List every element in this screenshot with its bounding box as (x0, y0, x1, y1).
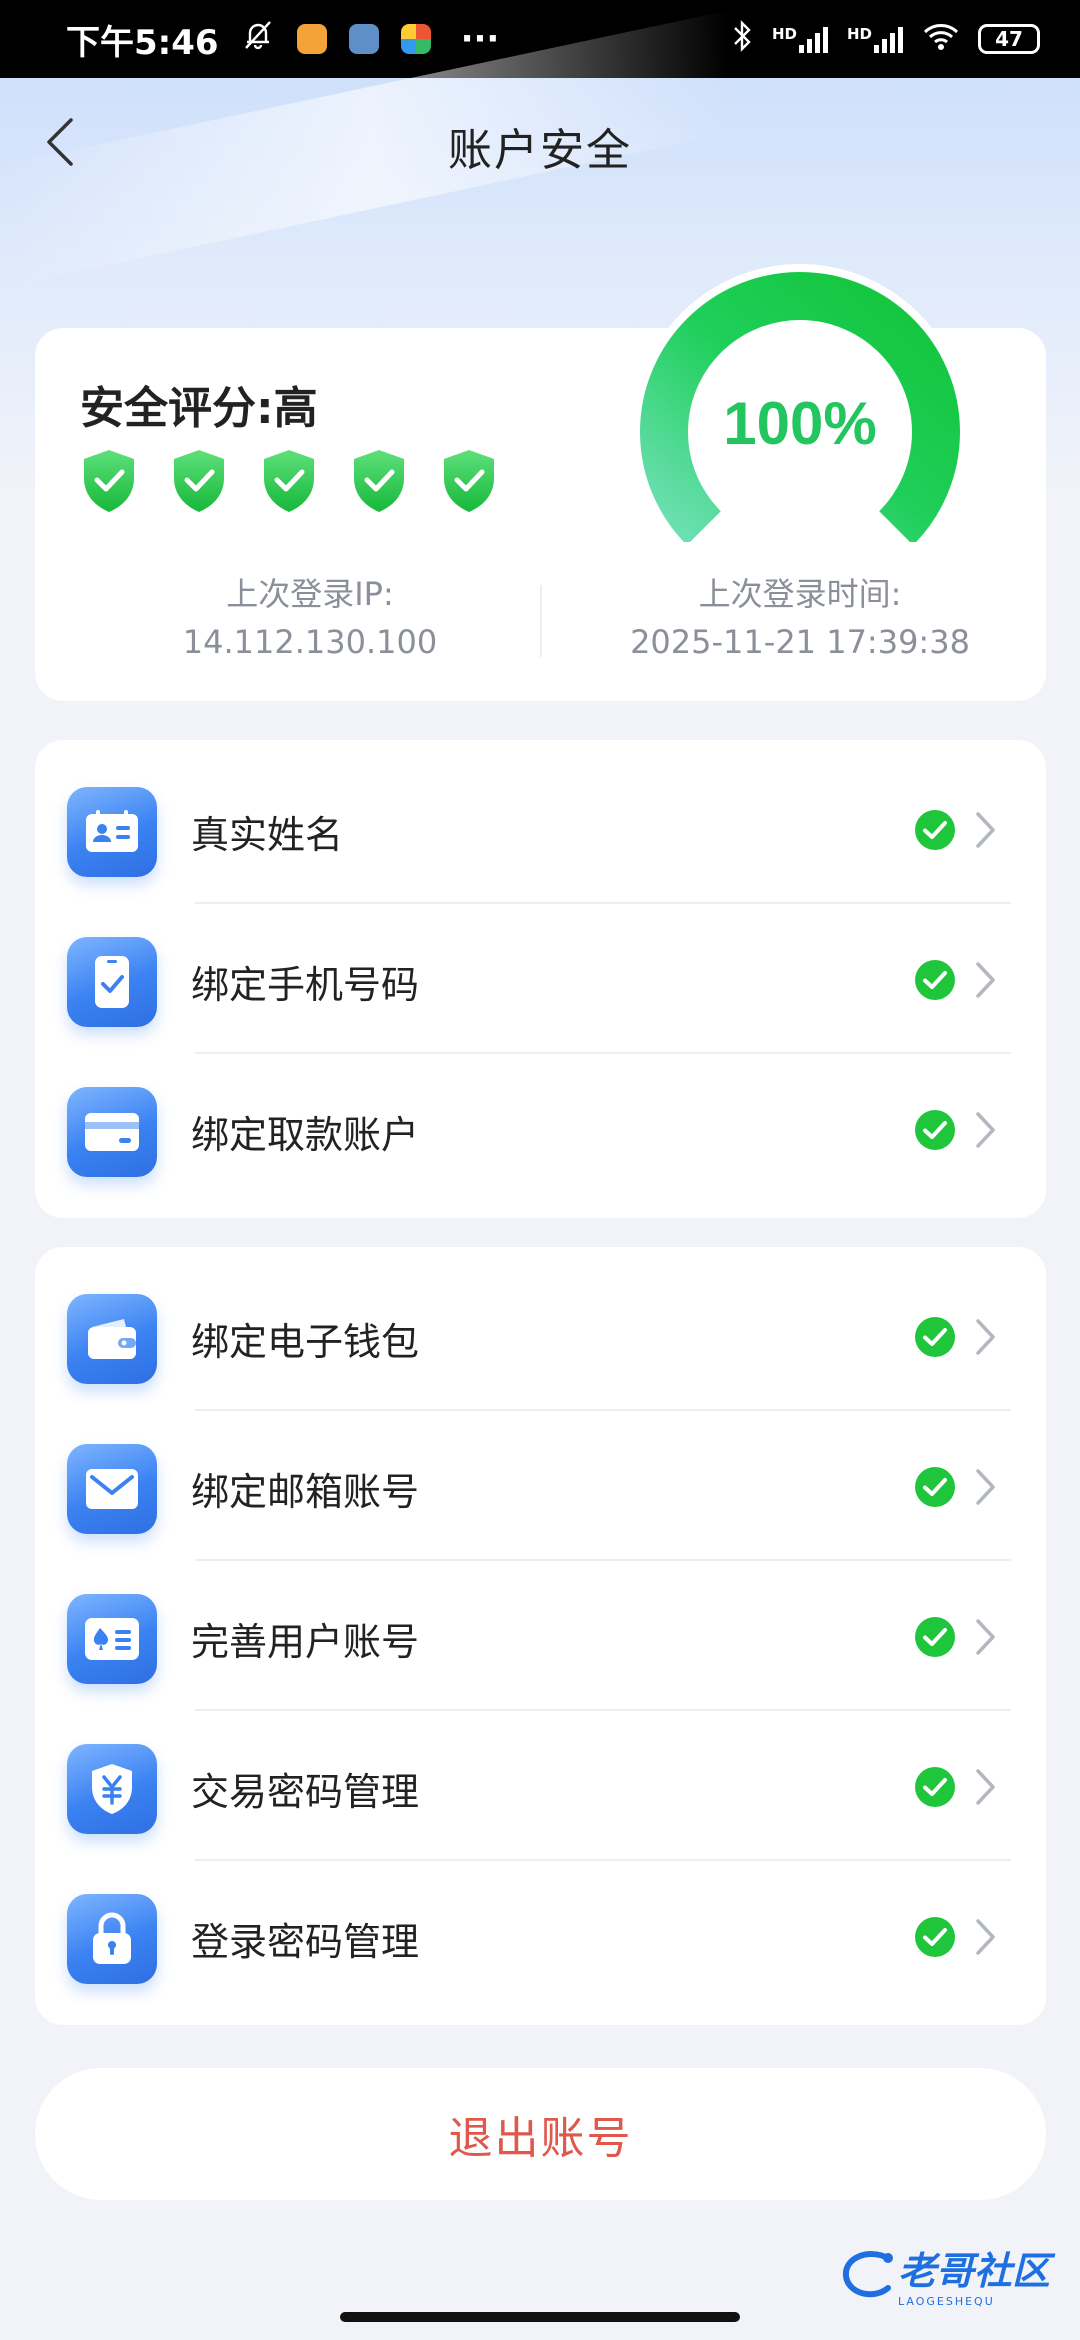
verified-check-icon (915, 1467, 955, 1511)
chevron-right-icon (973, 960, 997, 1004)
page-title: 账户安全 (448, 125, 632, 176)
settings-row-label: 绑定邮箱账号 (191, 1470, 420, 1514)
last-login-time-value: 2025-11-21 17:39:38 (630, 623, 970, 661)
settings-row-label: 交易密码管理 (191, 1770, 420, 1814)
signal-2-icon: HD (847, 25, 904, 53)
settings-row[interactable]: 绑定取款账户 (35, 1054, 1046, 1204)
id-card-icon (67, 787, 157, 877)
mute-bell-icon (241, 18, 275, 61)
settings-row[interactable]: 绑定电子钱包 (35, 1261, 1046, 1411)
lock-icon (67, 1894, 157, 1984)
verified-check-icon (915, 1617, 955, 1661)
settings-row-label: 完善用户账号 (191, 1620, 420, 1664)
verified-check-icon (915, 810, 955, 854)
verification-group-2: 绑定电子钱包 绑定邮箱账号 完善用户账号 交易密码管理 登录密码管理 (35, 1247, 1046, 2025)
settings-row[interactable]: 交易密码管理 (35, 1711, 1046, 1861)
verified-check-icon (915, 1317, 955, 1361)
home-indicator[interactable] (340, 2312, 740, 2322)
verified-check-icon (915, 1917, 955, 1961)
chevron-left-icon (47, 118, 73, 166)
settings-row-label: 登录密码管理 (191, 1920, 420, 1964)
battery-icon: 47 (978, 24, 1040, 54)
login-info-divider (540, 585, 542, 657)
settings-app-icon (348, 24, 379, 54)
settings-row-label: 绑定手机号码 (191, 963, 420, 1007)
shield-check-icon (260, 448, 318, 518)
phone-check-icon (67, 937, 157, 1027)
verification-group-1: 真实姓名绑定手机号码 绑定取款账户 (35, 740, 1046, 1218)
verified-check-icon (915, 960, 955, 1004)
status-time: 下午5:46 (66, 22, 219, 63)
shield-check-icon (440, 448, 498, 518)
shield-check-icon (350, 448, 408, 518)
back-button[interactable] (30, 112, 90, 172)
orange-app-icon (296, 24, 327, 54)
chevron-right-icon (973, 1110, 997, 1154)
settings-row[interactable]: 登录密码管理 (35, 1861, 1046, 2011)
nav-bar: 账户安全 (0, 78, 1080, 214)
settings-row-label: 绑定取款账户 (191, 1113, 420, 1157)
security-score-title: 安全评分:高 (80, 383, 318, 434)
chevron-right-icon (973, 1917, 997, 1961)
watermark-text: 老哥社区 (898, 2249, 1051, 2293)
settings-row[interactable]: 真实姓名 (35, 754, 1046, 904)
watermark-subtext: LAOGESHEQU (898, 2295, 995, 2308)
last-login-time: 上次登录时间: 2025-11-21 17:39:38 (600, 570, 1000, 666)
shield-rating (80, 448, 498, 518)
settings-row[interactable]: 绑定手机号码 (35, 904, 1046, 1054)
wallet-icon (67, 1294, 157, 1384)
chevron-right-icon (973, 1617, 997, 1661)
settings-row[interactable]: 完善用户账号 (35, 1561, 1046, 1711)
colorful-app-icon (400, 24, 431, 54)
settings-row[interactable]: 绑定邮箱账号 (35, 1411, 1046, 1561)
yuan-shield-icon (67, 1744, 157, 1834)
security-gauge: 100% (632, 264, 968, 542)
more-notifications-icon: ··· (460, 19, 500, 59)
verified-check-icon (915, 1767, 955, 1811)
shield-check-icon (80, 448, 138, 518)
security-percent: 100% (723, 390, 876, 457)
chevron-right-icon (973, 810, 997, 854)
bank-card-icon (67, 1087, 157, 1177)
verified-check-icon (915, 1110, 955, 1154)
chevron-right-icon (973, 1467, 997, 1511)
watermark-logo: 老哥社区 LAOGESHEQU (838, 2240, 1050, 2308)
shield-check-icon (170, 448, 228, 518)
settings-row-label: 真实姓名 (191, 813, 344, 857)
last-login-ip-value: 14.112.130.100 (182, 623, 438, 661)
last-login-time-label: 上次登录时间: (698, 575, 902, 613)
chevron-right-icon (973, 1317, 997, 1361)
dragon-logo-icon (842, 2251, 893, 2298)
wifi-icon (922, 21, 960, 58)
logout-button[interactable]: 退出账号 (35, 2068, 1046, 2200)
last-login-ip: 上次登录IP: 14.112.130.100 (110, 570, 510, 666)
last-login-ip-label: 上次登录IP: (226, 575, 394, 613)
mail-icon (67, 1444, 157, 1534)
user-card-icon (67, 1594, 157, 1684)
chevron-right-icon (973, 1767, 997, 1811)
settings-row-label: 绑定电子钱包 (191, 1320, 420, 1364)
